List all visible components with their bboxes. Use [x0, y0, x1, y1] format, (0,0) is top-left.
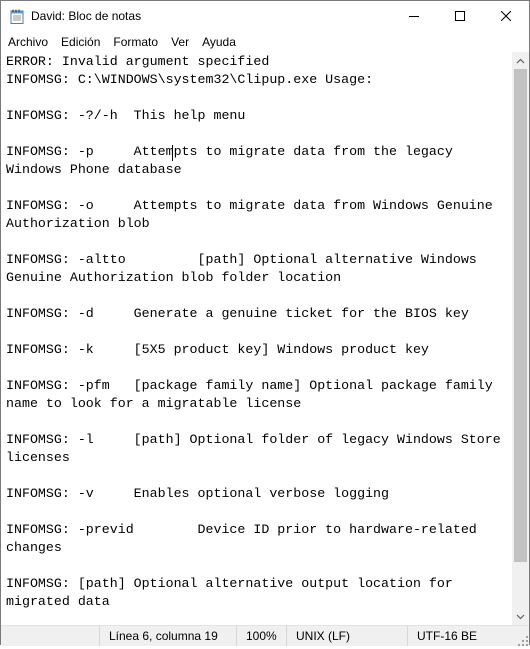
notepad-window: David: Bloc de notas Archivo Edición For… — [0, 0, 530, 646]
close-icon — [500, 8, 512, 26]
zoom-level: 100% — [236, 626, 286, 646]
status-bar: Línea 6, columna 19 100% UNIX (LF) UTF-1… — [1, 625, 529, 646]
window-title: David: Bloc de notas — [31, 9, 142, 23]
editor-line: INFOMSG: -pfm [package family name] Opti… — [6, 378, 493, 393]
chevron-down-icon — [516, 614, 525, 619]
menu-ayuda[interactable]: Ayuda — [195, 32, 242, 52]
menu-formato[interactable]: Formato — [106, 32, 164, 52]
editor-line: ERROR: Invalid argument specified — [6, 54, 270, 69]
close-button[interactable] — [483, 1, 529, 32]
scroll-thumb[interactable] — [514, 69, 527, 562]
editor-line: INFOMSG: -o Attempts to migrate data fro… — [6, 198, 493, 213]
vertical-scrollbar[interactable] — [512, 52, 529, 625]
text-editor[interactable]: ERROR: Invalid argument specified INFOMSG… — [1, 52, 512, 625]
notepad-icon — [10, 9, 24, 24]
cursor-position: Línea 6, columna 19 — [99, 626, 236, 646]
editor-line: licenses — [6, 450, 70, 465]
editor-line: changes — [6, 540, 62, 555]
encoding: UTF-16 BE — [407, 626, 529, 646]
menu-ver[interactable]: Ver — [164, 32, 195, 52]
editor-line: INFOMSG: -altto [path] Optional alternat… — [6, 252, 477, 267]
menu-edicion[interactable]: Edición — [54, 32, 106, 52]
menu-bar: Archivo Edición Formato Ver Ayuda — [1, 32, 529, 52]
editor-line: Windows Phone database — [6, 162, 182, 177]
editor-line: migrated data — [6, 594, 110, 609]
editor-line: INFOMSG: -p Attempts to migrate data fro… — [6, 144, 453, 159]
maximize-button[interactable] — [437, 1, 483, 32]
editor-line: INFOMSG: [path] Optional alternative out… — [6, 576, 453, 591]
editor-line: INFOMSG: -v Enables optional verbose log… — [6, 486, 390, 501]
menu-archivo[interactable]: Archivo — [1, 32, 54, 52]
scroll-down-button[interactable] — [512, 608, 529, 625]
maximize-icon — [455, 8, 465, 26]
editor-line: name to look for a migratable license — [6, 396, 302, 411]
editor-line: INFOMSG: -previd Device ID prior to hard… — [6, 522, 477, 537]
editor-line: INFOMSG: C:\WINDOWS\system32\Clipup.exe … — [6, 72, 374, 87]
editor-line: INFOMSG: -k [5X5 product key] Windows pr… — [6, 342, 429, 357]
scroll-up-button[interactable] — [512, 52, 529, 69]
line-ending: UNIX (LF) — [286, 626, 407, 646]
editor-line: Genuine Authorization blob folder locati… — [6, 270, 342, 285]
title-bar[interactable]: David: Bloc de notas — [1, 1, 529, 32]
editor-line: INFOMSG: -l [path] Optional folder of le… — [6, 432, 501, 447]
editor-line: INFOMSG: -?/-h This help menu — [6, 108, 246, 123]
editor-line: INFOMSG: -d Generate a genuine ticket fo… — [6, 306, 469, 321]
resize-grip-icon[interactable] — [518, 635, 528, 646]
chevron-up-icon — [516, 58, 525, 63]
minimize-button[interactable] — [391, 1, 437, 32]
editor-line: Authorization blob — [6, 216, 150, 231]
minimize-icon — [409, 8, 419, 26]
